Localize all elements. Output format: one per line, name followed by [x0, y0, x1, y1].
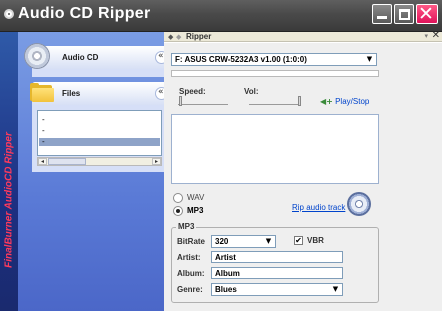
list-item-selected[interactable] [39, 138, 160, 146]
brand-logo-text-container: FinalBurner AudioCD Ripper [1, 95, 17, 305]
forward-arrow-icon[interactable]: ◆ [176, 33, 181, 41]
bitrate-value: 320 [215, 237, 229, 246]
ripper-panel: ◆ ◆ Ripper ▾ ✕ F: ASUS CRW-5232A3 v1.00 … [164, 30, 442, 311]
app-icon [4, 9, 14, 19]
checkmark-icon: ✔ [295, 236, 302, 245]
speed-slider-thumb[interactable] [179, 96, 182, 106]
minimize-button[interactable] [372, 4, 392, 24]
speaker-icon: ◀+ [320, 97, 333, 106]
vol-label: Vol: [244, 87, 259, 96]
sidebar-section-files-label: Files [62, 89, 81, 98]
volume-slider[interactable] [249, 96, 301, 106]
bitrate-label: BitRate [177, 237, 206, 246]
chevron-down-icon: ▼ [265, 237, 272, 245]
back-arrow-icon[interactable]: ◆ [168, 33, 173, 41]
list-item[interactable]: - [42, 115, 45, 124]
brand-strip: FinalBurner AudioCD Ripper [0, 32, 18, 311]
genre-select[interactable]: Blues ▼ [211, 283, 343, 296]
play-stop-button[interactable]: ◀+ Play/Stop [320, 97, 369, 106]
bitrate-select[interactable]: 320 ▼ [211, 235, 276, 248]
audio-cd-icon [24, 43, 50, 69]
album-input[interactable]: Album [211, 267, 343, 279]
chevron-down-icon: ▼ [366, 55, 373, 63]
genre-label: Genre: [177, 285, 203, 294]
list-item[interactable]: - [42, 137, 45, 146]
artist-input[interactable]: Artist [211, 251, 343, 263]
panel-menu-icon[interactable]: ▾ [424, 32, 428, 40]
scroll-thumb[interactable] [48, 158, 86, 165]
close-button[interactable]: ✕ [416, 3, 438, 25]
sidebar-section-files[interactable]: Files « [30, 82, 174, 105]
genre-value: Blues [215, 285, 237, 294]
drive-select[interactable]: F: ASUS CRW-5232A3 v1.00 (1:0:0) ▼ [171, 53, 377, 66]
files-section-body: - - - ◂ ▸ [32, 105, 174, 172]
sidebar-section-audio-cd[interactable]: Audio CD « [24, 43, 174, 69]
drive-select-value: F: ASUS CRW-5232A3 v1.00 (1:0:0) [175, 55, 307, 64]
track-list[interactable] [171, 114, 379, 184]
chevron-down-icon: ▼ [332, 285, 339, 293]
mp3-radio[interactable] [173, 206, 183, 216]
rip-cd-icon[interactable] [347, 192, 371, 216]
vbr-label: VBR [307, 236, 324, 245]
panel-title: Ripper [186, 32, 212, 41]
rip-audio-track-link[interactable]: Rip audio track [292, 203, 345, 212]
mp3-radio-label[interactable]: MP3 [187, 206, 203, 215]
vbr-checkbox[interactable]: ✔ [294, 236, 303, 245]
ripper-panel-header: ◆ ◆ Ripper ▾ ✕ [164, 30, 442, 42]
wav-radio[interactable] [173, 193, 183, 203]
wav-radio-label[interactable]: WAV [187, 193, 204, 202]
chevron-up-icon: « [158, 51, 164, 61]
minimize-icon [377, 16, 387, 19]
window-title: Audio CD Ripper [18, 5, 151, 22]
files-list[interactable]: - - - [37, 110, 162, 156]
brand-logo-text: FinalBurner AudioCD Ripper [3, 132, 15, 268]
speed-label: Speed: [179, 87, 206, 96]
volume-slider-thumb[interactable] [298, 96, 301, 106]
artist-label: Artist: [177, 253, 201, 262]
title-bar[interactable]: Audio CD Ripper ✕ [0, 0, 442, 32]
album-input-value: Album [215, 269, 240, 278]
ripper-content: F: ASUS CRW-5232A3 v1.00 (1:0:0) ▼ Speed… [164, 43, 442, 311]
folder-icon [30, 83, 54, 102]
app-window: Audio CD Ripper ✕ FinalBurner AudioCD Ri… [0, 0, 442, 311]
mp3-group-title: MP3 [176, 222, 197, 231]
list-item[interactable]: - [42, 126, 45, 135]
play-stop-label: Play/Stop [335, 97, 370, 106]
rip-progress-bar [171, 70, 379, 77]
panel-close-icon[interactable]: ✕ [432, 30, 440, 41]
scroll-left-icon[interactable]: ◂ [38, 158, 47, 165]
chevron-up-icon: « [158, 87, 164, 97]
sidebar-section-audio-cd-label: Audio CD [62, 53, 99, 62]
audio-cd-section-body [32, 69, 174, 77]
maximize-button[interactable] [394, 4, 414, 24]
sidebar: Audio CD « Files « - - - ◂ ▸ [18, 32, 174, 311]
artist-input-value: Artist [215, 253, 236, 262]
files-horizontal-scrollbar[interactable]: ◂ ▸ [37, 157, 162, 166]
album-label: Album: [177, 269, 205, 278]
scroll-right-icon[interactable]: ▸ [152, 158, 161, 165]
speed-slider[interactable] [178, 96, 228, 106]
maximize-icon [399, 9, 410, 20]
close-icon: ✕ [418, 3, 434, 25]
